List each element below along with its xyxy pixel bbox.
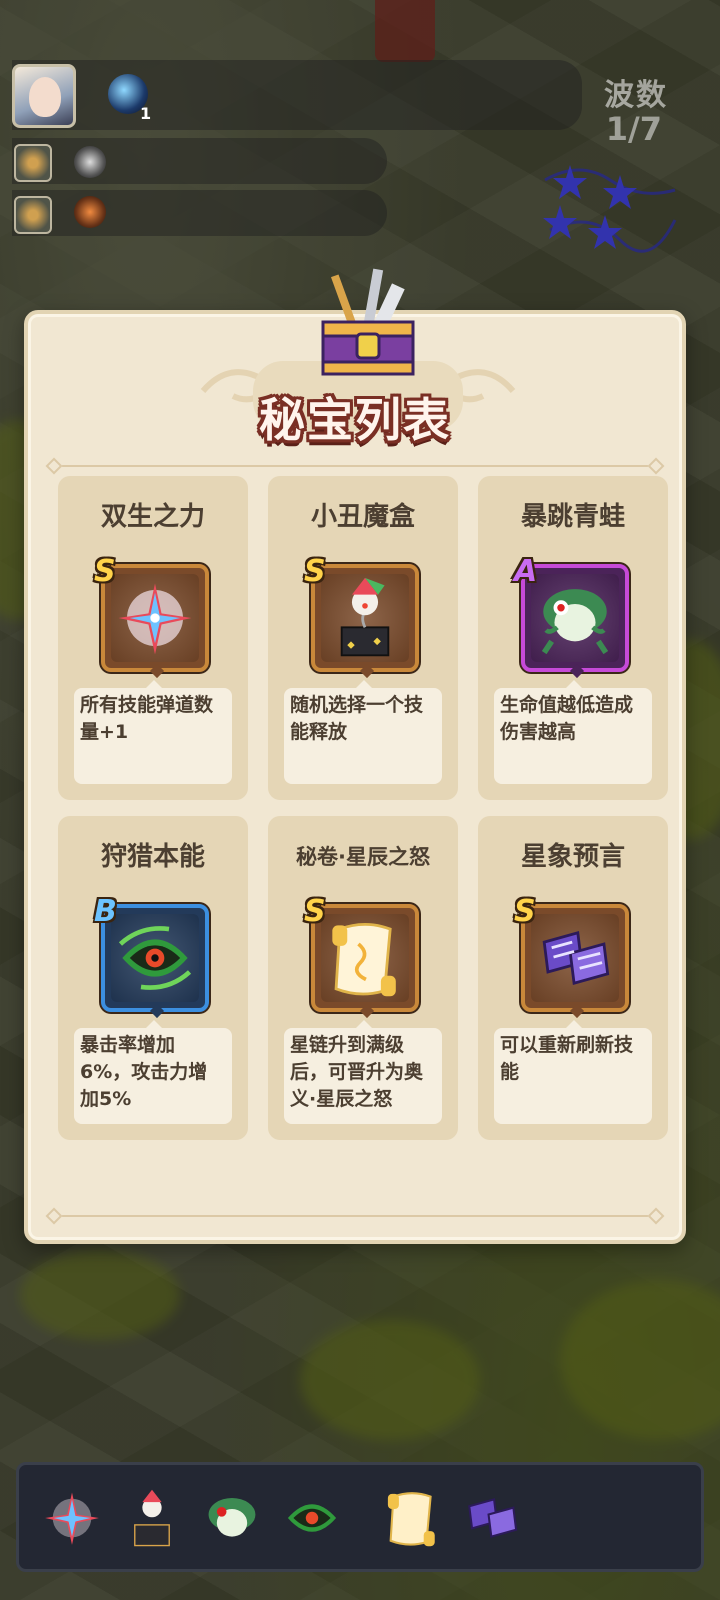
relic-description-text: 随机选择一个技能释放 bbox=[290, 694, 424, 743]
relic-description: 可以重新刷新技能 bbox=[494, 1020, 652, 1124]
modal-title: 秘宝列表 bbox=[259, 393, 451, 447]
relic-name: 暴跳青蛙 bbox=[520, 502, 625, 532]
ally-row-1 bbox=[12, 138, 387, 184]
relic-name: 双生之力 bbox=[100, 502, 205, 532]
relic-name: 狩猎本能 bbox=[100, 842, 205, 872]
relic-name: 星象预言 bbox=[520, 842, 625, 872]
ally-portrait-1[interactable] bbox=[14, 144, 52, 182]
relic-description-text: 可以重新刷新技能 bbox=[500, 1034, 634, 1083]
wave-label: 波数 bbox=[604, 78, 668, 113]
frog-icon[interactable] bbox=[201, 1487, 263, 1549]
grade-badge: A bbox=[514, 554, 538, 589]
hero-skill-count: 1 bbox=[140, 104, 152, 123]
jester-box-icon[interactable] bbox=[121, 1487, 183, 1549]
frog-icon bbox=[541, 589, 609, 655]
relic-icon-frame bbox=[101, 564, 209, 679]
relic-icon-frame bbox=[101, 904, 209, 1019]
relic-card[interactable]: 星象预言 S 可以重新刷新技能 bbox=[478, 816, 668, 1140]
hero-portrait[interactable] bbox=[12, 64, 76, 128]
relic-icon-frame bbox=[311, 904, 419, 1019]
relic-description: 随机选择一个技能释放 bbox=[284, 680, 442, 784]
relic-name: 秘卷·星辰之怒 bbox=[296, 845, 430, 869]
relic-name: 小丑魔盒 bbox=[310, 502, 415, 532]
relic-description-text: 所有技能弹道数量+1 bbox=[80, 694, 214, 743]
relic-list-modal: 秘宝列表 双生之力 S 所有技能弹道数量+1 小丑魔盒 S 随机选择一个技能释放… bbox=[24, 268, 686, 1244]
hunter-eye-icon bbox=[118, 926, 192, 990]
relic-description-text: 暴击率增加6%，攻击力增加5% bbox=[80, 1034, 208, 1110]
relic-card[interactable]: 双生之力 S 所有技能弹道数量+1 bbox=[58, 476, 248, 800]
relic-card[interactable]: 小丑魔盒 S 随机选择一个技能释放 bbox=[268, 476, 458, 800]
relic-icon-frame bbox=[311, 564, 419, 679]
relic-card[interactable]: 狩猎本能 B 暴击率增加6%，攻击力增加5% bbox=[58, 816, 248, 1140]
jester-box-icon bbox=[340, 577, 390, 657]
hero-row bbox=[12, 60, 582, 130]
wave-value: 1/7 bbox=[605, 110, 662, 148]
relic-card[interactable]: 暴跳青蛙 A 生命值越低造成伤害越高 bbox=[478, 476, 668, 800]
relic-card[interactable]: 秘卷·星辰之怒 S 星链升到满级后，可晋升为奥义·星辰之怒 bbox=[268, 816, 458, 1140]
top-divider bbox=[45, 457, 665, 475]
relic-description: 星链升到满级后，可晋升为奥义·星辰之怒 bbox=[284, 1020, 442, 1124]
star-scroll-icon[interactable] bbox=[461, 1487, 523, 1549]
relic-grid: 双生之力 S 所有技能弹道数量+1 小丑魔盒 S 随机选择一个技能释放 暴跳青蛙… bbox=[58, 476, 668, 1140]
relic-description: 所有技能弹道数量+1 bbox=[74, 680, 232, 784]
relic-description: 生命值越低造成伤害越高 bbox=[494, 680, 652, 784]
grade-badge: S bbox=[94, 554, 116, 589]
ally-row-2 bbox=[12, 190, 387, 236]
relic-icon-frame bbox=[521, 904, 629, 1019]
star-scroll-icon bbox=[542, 931, 610, 985]
relic-description-text: 星链升到满级后，可晋升为奥义·星辰之怒 bbox=[290, 1034, 424, 1110]
grade-badge: B bbox=[94, 894, 117, 929]
golden-scroll-icon bbox=[332, 923, 396, 997]
bottom-divider bbox=[45, 1207, 665, 1225]
twin-star-icon bbox=[118, 583, 192, 655]
grade-badge: S bbox=[304, 894, 326, 929]
treasure-chest-icon bbox=[321, 268, 415, 376]
relic-description-text: 生命值越低造成伤害越高 bbox=[500, 694, 634, 743]
ally-skill-icon-2 bbox=[74, 196, 106, 228]
ally-portrait-2[interactable] bbox=[14, 196, 52, 234]
ally-skill-icon-1 bbox=[74, 146, 106, 178]
hunter-eye-icon[interactable] bbox=[281, 1487, 343, 1549]
grade-badge: S bbox=[304, 554, 326, 589]
golden-scroll-icon[interactable] bbox=[381, 1487, 443, 1549]
relic-description: 暴击率增加6%，攻击力增加5% bbox=[74, 1020, 232, 1124]
twin-star-icon[interactable] bbox=[41, 1487, 103, 1549]
relic-inventory-bar bbox=[16, 1462, 704, 1572]
grade-badge: S bbox=[514, 894, 536, 929]
